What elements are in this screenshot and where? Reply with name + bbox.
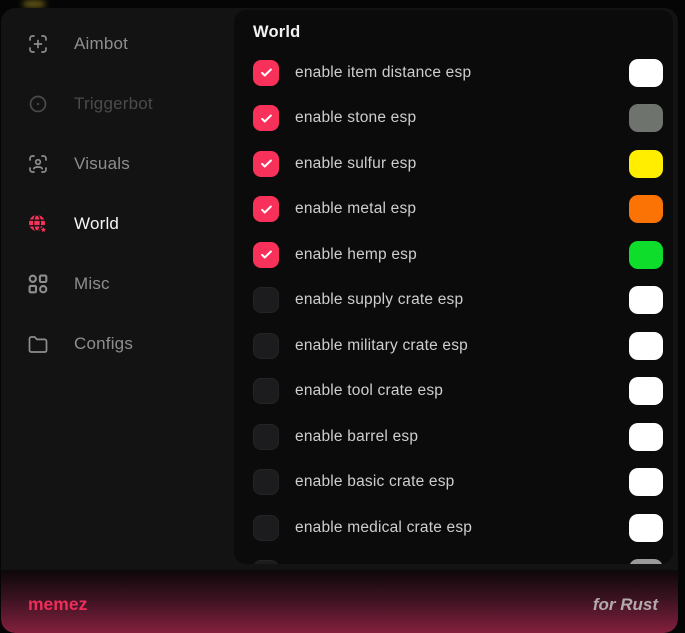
esp-option-row: enable military crate esp [234,323,673,369]
esp-checkbox[interactable] [253,242,279,268]
esp-color-swatch[interactable] [629,150,663,178]
esp-option-label: enable item distance esp [295,64,629,82]
esp-color-swatch[interactable] [629,468,663,496]
sidebar-item-label: Aimbot [74,34,128,54]
checkmark-icon [259,111,274,126]
sidebar-item-aimbot[interactable]: Aimbot [1,14,234,74]
esp-option-label: enable military crate esp [295,337,629,355]
esp-option-row: enable hemp esp [234,232,673,278]
esp-checkbox[interactable] [253,196,279,222]
esp-option-label: enable sulfur esp [295,155,629,173]
esp-option-row: enable medical crate esp [234,505,673,551]
sidebar: Aimbot Triggerbot [1,8,234,374]
esp-option-row: enable metal esp [234,187,673,233]
sidebar-item-label: Misc [74,274,110,294]
esp-checkbox[interactable] [253,515,279,541]
world-globe-icon [26,212,50,236]
sidebar-item-world[interactable]: World [1,194,234,254]
panel-title: World [253,23,300,42]
checkmark-icon [259,156,274,171]
esp-color-swatch[interactable] [629,514,663,542]
esp-option-label: enable supply crate esp [295,291,629,309]
esp-checkbox[interactable] [253,105,279,131]
esp-color-swatch[interactable] [629,332,663,360]
esp-checkbox[interactable] [253,151,279,177]
sidebar-item-label: Visuals [74,154,130,174]
world-settings-panel: World enable item distance esp enable st… [234,10,673,564]
visuals-scan-person-icon [26,152,50,176]
product-tagline: for Rust [593,595,658,615]
esp-checkbox[interactable] [253,60,279,86]
sidebar-item-label: World [74,214,119,234]
sidebar-item-triggerbot[interactable]: Triggerbot [1,74,234,134]
background-artifact [22,0,46,8]
checkmark-icon [259,202,274,217]
esp-color-swatch[interactable] [629,241,663,269]
esp-color-swatch[interactable] [629,423,663,451]
esp-option-label: enable basic crate esp [295,473,629,491]
esp-checkbox[interactable] [253,560,279,564]
options-list: enable item distance esp enable stone es… [234,50,673,564]
esp-option-row: enable basic crate esp [234,460,673,506]
esp-checkbox[interactable] [253,469,279,495]
esp-option-label: enable metal esp [295,200,629,218]
esp-option-label: enable hemp esp [295,246,629,264]
esp-option-row [234,551,673,565]
checkmark-icon [259,65,274,80]
sidebar-item-label: Triggerbot [74,94,153,114]
esp-color-swatch[interactable] [629,377,663,405]
esp-color-swatch[interactable] [629,286,663,314]
esp-option-label: enable medical crate esp [295,519,629,537]
esp-option-label: enable barrel esp [295,428,629,446]
esp-color-swatch[interactable] [629,59,663,87]
configs-folder-icon [26,332,50,356]
menu-container: Aimbot Triggerbot [1,8,678,633]
esp-option-label: enable stone esp [295,109,629,127]
esp-option-row: enable tool crate esp [234,369,673,415]
esp-checkbox[interactable] [253,287,279,313]
sidebar-item-misc[interactable]: Misc [1,254,234,314]
brand-name: memez [28,594,87,615]
esp-option-row: enable item distance esp [234,50,673,96]
esp-color-swatch[interactable] [629,559,663,564]
esp-option-row: enable supply crate esp [234,278,673,324]
esp-option-label: enable tool crate esp [295,382,629,400]
esp-option-row: enable sulfur esp [234,141,673,187]
esp-checkbox[interactable] [253,424,279,450]
aimbot-scan-icon [26,32,50,56]
misc-shapes-icon [26,272,50,296]
footer-bar: memez for Rust [1,570,678,633]
sidebar-item-configs[interactable]: Configs [1,314,234,374]
cheat-menu-window: Aimbot Triggerbot [0,0,685,633]
checkmark-icon [259,247,274,262]
esp-option-row: enable barrel esp [234,414,673,460]
esp-checkbox[interactable] [253,378,279,404]
esp-checkbox[interactable] [253,333,279,359]
triggerbot-target-icon [26,92,50,116]
esp-color-swatch[interactable] [629,195,663,223]
sidebar-item-visuals[interactable]: Visuals [1,134,234,194]
sidebar-item-label: Configs [74,334,133,354]
esp-color-swatch[interactable] [629,104,663,132]
esp-option-row: enable stone esp [234,96,673,142]
